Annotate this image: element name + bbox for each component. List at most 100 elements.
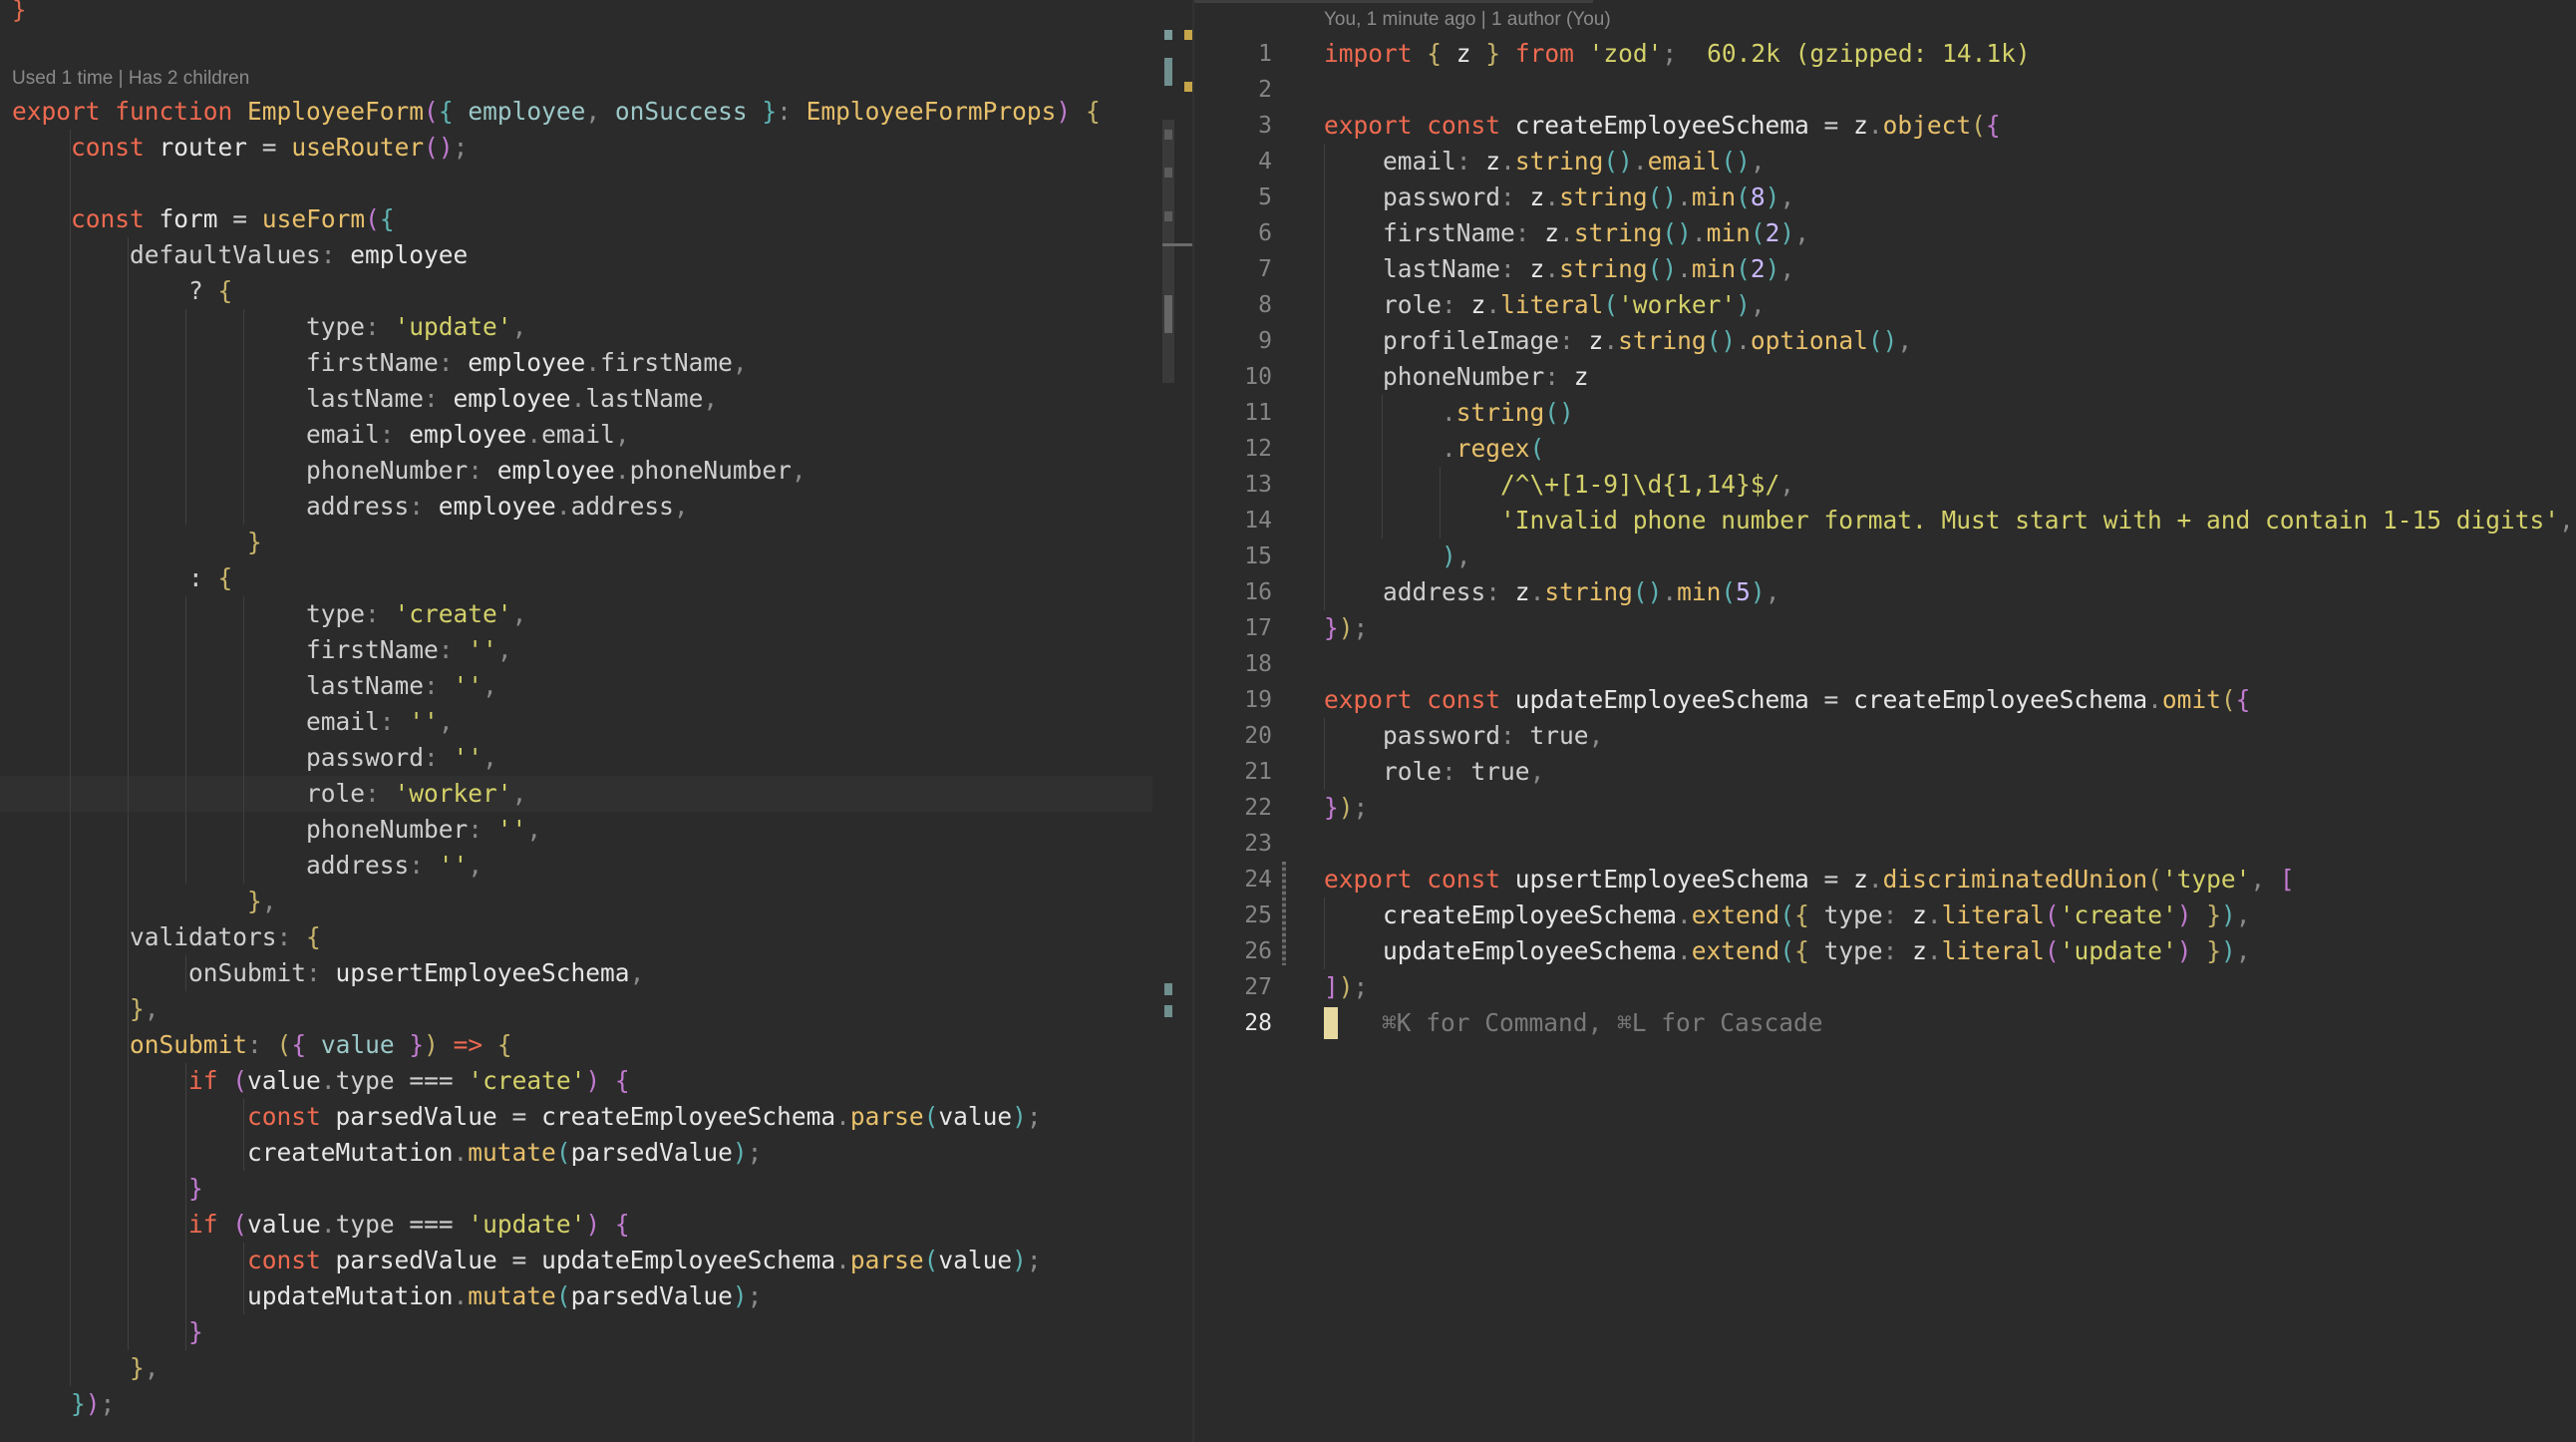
code-token: = <box>1808 865 1854 894</box>
code-line[interactable]: const form = useForm({ <box>0 201 1152 237</box>
code-token: ) <box>732 1281 748 1310</box>
code-token: createMutation <box>247 1138 454 1167</box>
indent-guide <box>1324 718 1325 790</box>
code-token: , <box>2235 936 2251 965</box>
code-line[interactable]: if (value.type === 'create') { <box>0 1063 1152 1099</box>
code-line[interactable]: address: '', <box>0 848 1152 884</box>
code-text: .string() <box>1324 395 1574 431</box>
code-line[interactable]: 12 .regex( <box>1194 431 2576 467</box>
code-token: string <box>1559 182 1648 211</box>
code-line[interactable]: 10 phoneNumber: z <box>1194 359 2576 395</box>
code-line[interactable]: 27]); <box>1194 969 2576 1005</box>
code-line[interactable]: type: 'create', <box>0 596 1152 632</box>
code-token: string <box>1618 326 1707 355</box>
code-line[interactable]: : { <box>0 560 1152 596</box>
code-line[interactable]: onSubmit: upsertEmployeeSchema, <box>0 955 1152 991</box>
code-line[interactable] <box>0 166 1152 201</box>
code-line[interactable]: }); <box>0 1386 1152 1422</box>
code-line[interactable]: } <box>0 1314 1152 1350</box>
code-line[interactable]: } <box>0 1171 1152 1207</box>
code-line[interactable]: }, <box>0 991 1152 1027</box>
code-line[interactable]: } <box>0 525 1152 560</box>
code-token: extend <box>1691 901 1780 929</box>
code-line[interactable]: 2 <box>1194 72 2576 108</box>
code-line[interactable]: firstName: employee.firstName, <box>0 345 1152 381</box>
code-line[interactable]: 1 import { z } from 'zod'; 60.2k (gzipped:… <box>1194 36 2576 72</box>
codelens-usage-hint[interactable]: Used 1 time | Has 2 children <box>12 68 249 90</box>
code-line[interactable]: 16 address: z.string().min(5), <box>1194 574 2576 610</box>
scrollbar-thumb[interactable] <box>1162 120 1174 383</box>
code-line[interactable]: 20 password: true, <box>1194 718 2576 754</box>
code-line[interactable]: lastName: employee.lastName, <box>0 381 1152 417</box>
code-token: type <box>1823 901 1883 929</box>
code-line[interactable]: 4 email: z.string().email(), <box>1194 144 2576 180</box>
code-token: upsertEmployeeSchema <box>335 958 630 987</box>
code-line[interactable]: 9 profileImage: z.string().optional(), <box>1194 323 2576 359</box>
code-line[interactable]: 26 updateEmployeeSchema.extend({ type: z… <box>1194 933 2576 969</box>
code-line[interactable]: defaultValues: employee <box>0 237 1152 273</box>
code-line[interactable]: 5 password: z.string().min(8), <box>1194 180 2576 215</box>
code-text: password: '', <box>12 740 497 776</box>
code-line[interactable]: role: 'worker', <box>0 776 1152 812</box>
code-line[interactable]: 18 <box>1194 646 2576 682</box>
code-line[interactable]: 21 role: true, <box>1194 754 2576 790</box>
code-line[interactable]: phoneNumber: '', <box>0 812 1152 848</box>
left-editor-pane[interactable]: } Used 1 time | Has 2 children export fu… <box>0 0 1192 1442</box>
code-line[interactable]: email: employee.email, <box>0 417 1152 453</box>
code-text: export const createEmployeeSchema = z.ob… <box>1324 108 2001 144</box>
code-line[interactable]: type: 'update', <box>0 309 1152 345</box>
code-line[interactable]: email: '', <box>0 704 1152 740</box>
code-token: ( <box>923 1102 939 1131</box>
code-token: '' <box>468 635 497 664</box>
code-line[interactable]: ? { <box>0 273 1152 309</box>
code-line[interactable]: 6 firstName: z.string().min(2), <box>1194 215 2576 251</box>
code-token: ( <box>2044 936 2060 965</box>
code-line[interactable]: password: '', <box>0 740 1152 776</box>
code-line[interactable]: updateMutation.mutate(parsedValue); <box>0 1278 1152 1314</box>
code-line[interactable]: }, <box>0 884 1152 919</box>
git-blame-annotation[interactable]: You, 1 minute ago | 1 author (You) <box>1324 9 1611 31</box>
code-line[interactable]: 11 .string() <box>1194 395 2576 431</box>
code-text: firstName: employee.firstName, <box>12 345 748 381</box>
code-line[interactable]: 28 ⌘K for Command, ⌘L for Cascade <box>1194 1005 2576 1041</box>
code-line[interactable]: 8 role: z.literal('worker'), <box>1194 287 2576 323</box>
code-line[interactable]: if (value.type === 'update') { <box>0 1207 1152 1243</box>
code-line[interactable]: address: employee.address, <box>0 489 1152 525</box>
code-line[interactable]: 17}); <box>1194 610 2576 646</box>
code-line[interactable]: lastName: '', <box>0 668 1152 704</box>
code-token: '' <box>453 671 483 700</box>
code-token: 'update' <box>2059 936 2177 965</box>
code-text: type: 'update', <box>12 309 526 345</box>
code-token: parse <box>849 1246 924 1274</box>
code-line[interactable]: 25 createEmployeeSchema.extend({ type: z… <box>1194 898 2576 933</box>
code-token: = <box>1808 685 1854 714</box>
code-line[interactable]: const parsedValue = createEmployeeSchema… <box>0 1099 1152 1135</box>
code-line[interactable]: validators: { <box>0 919 1152 955</box>
code-line[interactable]: 23 <box>1194 826 2576 862</box>
code-token: : <box>379 707 410 736</box>
code-line[interactable]: const parsedValue = updateEmployeeSchema… <box>0 1243 1152 1278</box>
code-line[interactable]: 24 export const upsertEmployeeSchema = z.… <box>1194 862 2576 898</box>
code-line[interactable]: firstName: '', <box>0 632 1152 668</box>
code-line[interactable]: 19 export const updateEmployeeSchema = cr… <box>1194 682 2576 718</box>
code-token: email <box>306 420 380 449</box>
code-line[interactable]: phoneNumber: employee.phoneNumber, <box>0 453 1152 489</box>
code-token: . <box>2147 685 2162 714</box>
code-line[interactable]: }, <box>0 1350 1152 1386</box>
right-editor-pane[interactable]: You, 1 minute ago | 1 author (You) 1 impo… <box>1194 0 2576 1442</box>
code-line[interactable]: 15 ), <box>1194 539 2576 574</box>
code-line[interactable]: 14 'Invalid phone number format. Must st… <box>1194 503 2576 539</box>
code-token: , <box>1750 290 1766 319</box>
code-line[interactable]: export function EmployeeForm({ employee,… <box>0 94 1152 130</box>
code-token: onSubmit <box>130 1030 248 1059</box>
code-line[interactable]: 7 lastName: z.string().min(2), <box>1194 251 2576 287</box>
code-line[interactable]: 13 /^\+[1-9]\d{1,14}$/, <box>1194 467 2576 503</box>
code-token: , <box>511 779 527 808</box>
code-line[interactable]: const router = useRouter(); <box>0 130 1152 166</box>
code-line[interactable]: createMutation.mutate(parsedValue); <box>0 1135 1152 1171</box>
code-line[interactable]: onSubmit: ({ value }) => { <box>0 1027 1152 1063</box>
code-line[interactable]: 3 export const createEmployeeSchema = z.o… <box>1194 108 2576 144</box>
code-line[interactable]: 22}); <box>1194 790 2576 826</box>
